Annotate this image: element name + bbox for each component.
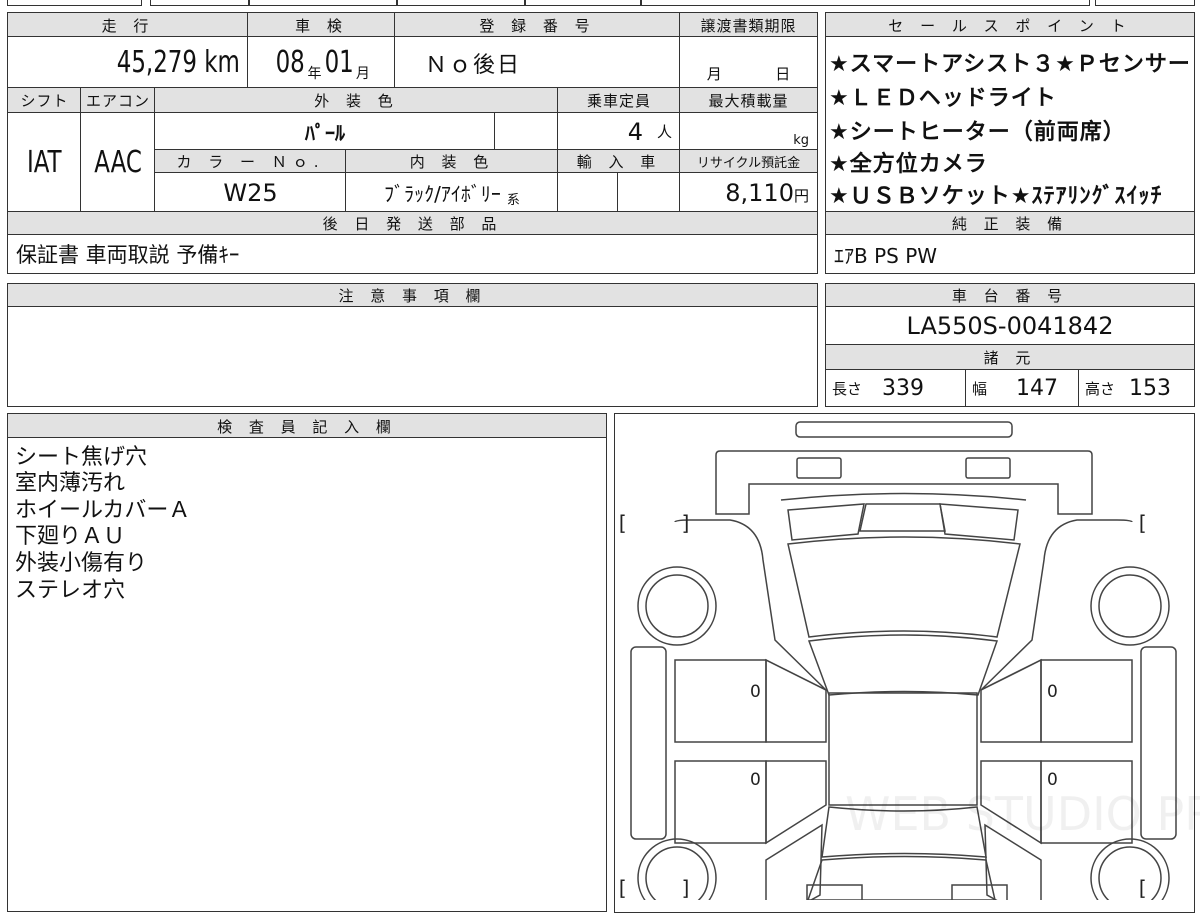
front-bumper[interactable]	[795, 421, 1013, 438]
right-front-door-glass[interactable]	[980, 658, 1042, 743]
front-roof-panel[interactable]	[807, 634, 999, 696]
bracket-front-left: [ ]	[616, 511, 692, 535]
left-front-window[interactable]	[787, 503, 865, 541]
hood-center[interactable]	[859, 503, 946, 532]
bracket-rear-left: [ ]	[616, 876, 692, 900]
mark-right-front-door: 0	[1047, 682, 1058, 702]
left-rear-door-glass[interactable]	[765, 760, 827, 845]
left-rear-quarter[interactable]	[765, 823, 823, 900]
front-right-light[interactable]	[965, 457, 1011, 479]
right-front-window[interactable]	[939, 503, 1019, 541]
right-fender[interactable]	[980, 519, 1133, 691]
left-front-door-glass[interactable]	[765, 658, 827, 743]
mark-left-front-door: 0	[750, 682, 761, 702]
front-left-light[interactable]	[796, 457, 842, 479]
windshield[interactable]	[787, 536, 1021, 638]
front-right-wheel[interactable]	[1090, 566, 1170, 646]
front-left-wheel[interactable]	[637, 566, 717, 646]
car-diagram: [ ] [ ] [ ] [ ] 0 0 0 0 WEB STUDIO PRO	[616, 421, 1200, 901]
mark-left-rear-door: 0	[750, 770, 761, 790]
rear-panel[interactable]	[807, 855, 996, 901]
watermark: WEB STUDIO PRO	[845, 787, 1200, 841]
rear-right-light[interactable]	[951, 884, 1008, 900]
left-fender[interactable]	[674, 519, 827, 691]
left-sill[interactable]	[630, 646, 667, 840]
bracket-rear-right: [ ]	[1136, 876, 1200, 900]
hood-edge	[780, 492, 1027, 501]
bracket-front-right: [ ]	[1136, 511, 1200, 535]
